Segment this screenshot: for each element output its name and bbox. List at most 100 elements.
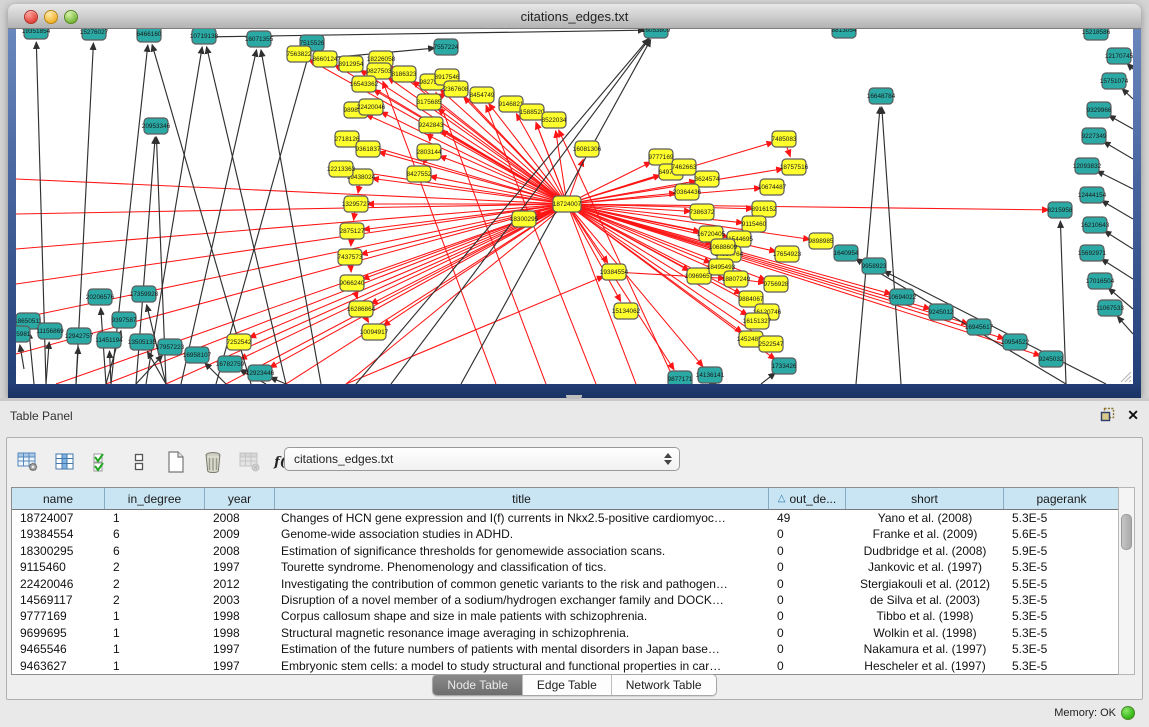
memory-ok-icon[interactable] [1121,706,1135,720]
graph-node[interactable]: 9361837 [356,141,381,157]
graph-node[interactable]: 10688609 [709,239,738,255]
column-header-in-degree[interactable]: in_degree [105,488,205,509]
resize-grip-icon[interactable] [1118,369,1132,383]
table-row[interactable]: 911546021997Tourette syndrome. Phenomeno… [12,559,1119,575]
graph-node[interactable]: 15751074 [1100,73,1129,89]
graph-node[interactable]: 20206576 [86,289,115,305]
graph-node[interactable]: 19384554 [600,264,629,280]
graph-node[interactable]: 9777169 [649,149,674,165]
table-settings-button[interactable] [15,449,41,475]
column-header-pagerank[interactable]: pagerank [1004,488,1119,509]
graph-node[interactable]: 11067533 [1096,300,1124,316]
graph-node[interactable]: 12093832 [1073,158,1102,174]
graph-node[interactable]: 10954522 [1001,334,1030,350]
graph-node[interactable]: 2803144 [417,144,442,160]
tab-edge-table[interactable]: Edge Table [523,675,612,695]
divider-handle[interactable] [566,395,582,399]
graph-node[interactable]: 16071355 [245,31,274,47]
graph-node[interactable]: 17016504 [1086,273,1115,289]
select-all-button[interactable] [89,449,115,475]
graph-node[interactable]: 2522547 [759,336,784,352]
graph-node[interactable]: 3624574 [695,171,720,187]
graph-node[interactable]: 14136141 [696,367,725,383]
column-header-short[interactable]: short [846,488,1004,509]
graph-node[interactable]: 9329966 [1087,102,1112,118]
table-row[interactable]: 977716911998Corpus callosum shape and si… [12,608,1119,624]
graph-node[interactable]: 17359928 [130,286,159,302]
scrollbar-thumb[interactable] [1121,514,1132,550]
graph-node[interactable]: 16648784 [867,88,896,104]
close-panel-button[interactable]: ✕ [1127,408,1139,422]
graph-node[interactable]: 10719138 [190,29,219,44]
network-canvas[interactable]: 1935185415276027646616010719138160713557… [16,29,1133,384]
graph-node[interactable]: 7462663 [672,159,697,175]
graph-node[interactable]: 8215958 [1048,202,1073,218]
tab-node-table[interactable]: Node Table [433,675,523,695]
unselect-all-button[interactable] [126,449,152,475]
graph-node[interactable]: 1640954 [834,245,859,261]
table-row[interactable]: 1872400712008Changes of HCN gene express… [12,510,1119,526]
graph-node[interactable]: 9227349 [1082,128,1107,144]
graph-node[interactable]: 11451194 [95,332,123,348]
graph-node[interactable]: 2875127 [340,223,365,239]
network-window-titlebar[interactable]: citations_edges.txt [8,4,1141,29]
tab-network-table[interactable]: Network Table [612,675,716,695]
new-table-button[interactable] [163,449,189,475]
graph-node[interactable]: 8427552 [407,166,432,182]
column-header-name[interactable]: name [12,488,105,509]
table-scrollbar[interactable] [1118,487,1135,675]
graph-node[interactable]: 9877171 [668,371,693,384]
graph-node[interactable]: 22420046 [357,99,386,115]
graph-node[interactable]: 8454749 [470,87,495,103]
graph-node[interactable]: 16053809 [642,29,671,38]
table-row[interactable]: 1938455462009Genome-wide association stu… [12,526,1119,542]
graph-node[interactable]: 10094917 [360,324,389,340]
graph-node[interactable]: 15134062 [612,303,641,319]
graph-node[interactable]: 17957223 [156,339,185,355]
graph-node[interactable]: 8660124 [313,51,338,67]
graph-node[interactable]: 7563822 [287,46,312,62]
table-row[interactable]: 1456911722003Disruption of a novel membe… [12,592,1119,608]
delete-table-button[interactable] [237,449,263,475]
graph-node[interactable]: 13295727 [342,196,371,212]
graph-node[interactable]: 7557224 [434,39,459,55]
graph-node[interactable]: 8522034 [542,112,567,128]
graph-node[interactable]: 17654923 [773,246,802,262]
graph-node[interactable]: 16286864 [347,301,376,317]
graph-node[interactable]: 9115460 [742,216,767,232]
graph-node[interactable]: 8186323 [392,66,417,82]
column-header-out-degree[interactable]: △ out_de... [769,488,846,509]
graph-node[interactable]: 7252542 [227,334,252,350]
graph-node[interactable]: 9245012 [929,304,954,320]
graph-node[interactable]: 8813054 [832,29,857,38]
graph-node[interactable]: 13505135 [128,334,157,350]
graph-node[interactable]: 9958923 [862,258,887,274]
graph-node[interactable]: 20364436 [673,184,702,200]
graph-node[interactable]: 18807249 [722,271,751,287]
graph-node[interactable]: 16151327 [743,313,772,329]
graph-node[interactable]: 9756928 [764,276,789,292]
table-select[interactable]: citations_edges.txt [284,447,680,471]
table-row[interactable]: 969969511998Structural magnetic resonanc… [12,625,1119,641]
graph-node[interactable]: 9245032 [1039,351,1064,367]
graph-node[interactable]: 7485083 [772,131,797,147]
table-row[interactable]: 946554611997Estimation of the future num… [12,641,1119,657]
graph-node[interactable]: 7437573 [338,249,363,265]
graph-node[interactable]: 7386372 [690,204,715,220]
graph-node[interactable]: 16958107 [183,347,212,363]
graph-node[interactable]: 10694022 [888,289,917,305]
graph-node[interactable]: 18300295 [510,211,539,227]
graph-node[interactable]: 3915981 [16,326,31,342]
graph-node[interactable]: 12942757 [65,328,94,344]
graph-node[interactable]: 16210643 [1081,217,1110,233]
delete-column-button[interactable] [200,449,226,475]
graph-node[interactable]: 9397587 [112,312,137,328]
table-row[interactable]: 1830029562008Estimation of significance … [12,543,1119,559]
graph-node[interactable]: 16081306 [573,141,602,157]
graph-node[interactable]: 20953346 [142,118,171,134]
graph-node[interactable]: 18757516 [780,159,809,175]
float-panel-button[interactable] [1100,407,1115,422]
graph-node[interactable]: 9242843 [419,117,444,133]
graph-node[interactable]: 9066240 [340,275,365,291]
graph-node[interactable]: 15276027 [80,29,109,40]
